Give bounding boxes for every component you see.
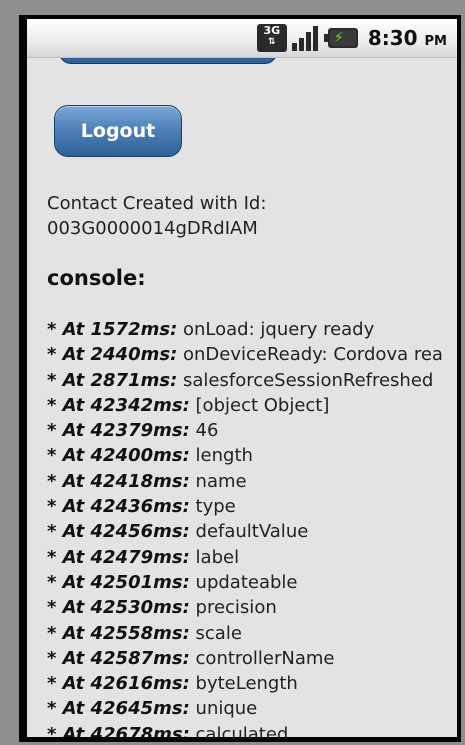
log-timestamp: * At 42558ms:	[47, 622, 190, 644]
console-heading: console:	[47, 266, 146, 290]
console-log-entry: * At 42616ms: byteLength	[47, 671, 457, 696]
status-icons: 3G ⇅ ⚡ 8:30 PM	[256, 24, 447, 52]
contact-id-value: 003G0000014gDRdIAM	[47, 218, 258, 239]
console-log-list: * At 1572ms: onLoad: jquery ready * At 24…	[47, 317, 457, 737]
battery-charging-icon: ⚡	[323, 28, 358, 48]
log-timestamp: * At 42456ms:	[47, 521, 190, 543]
status-bar: 3G ⇅ ⚡ 8:30 PM	[27, 19, 457, 58]
app-screen: 3G ⇅ ⚡ 8:30 PM Logout Contact Created wi…	[27, 19, 457, 737]
log-message: salesforceSessionRefreshed	[183, 369, 434, 391]
status-clock: 8:30 PM	[368, 26, 447, 50]
console-log-entry: * At 2440ms: onDeviceReady: Cordova rea	[47, 342, 457, 367]
contact-created-label: Contact Created with Id:	[47, 193, 267, 214]
log-timestamp: * At 42530ms:	[47, 597, 190, 619]
log-timestamp: * At 1572ms:	[47, 319, 178, 340]
console-log-entry: * At 42342ms: [object Object]	[47, 393, 457, 418]
console-log-entry: * At 42379ms: 46	[47, 418, 457, 443]
clock-ampm: PM	[424, 34, 447, 49]
console-log-entry: * At 42530ms: precision	[47, 595, 457, 620]
log-timestamp: * At 42678ms:	[47, 723, 190, 737]
log-message: name	[195, 470, 247, 492]
log-timestamp: * At 42616ms:	[47, 673, 190, 695]
console-log-entry: * At 42587ms: controllerName	[47, 646, 457, 671]
log-timestamp: * At 2440ms:	[47, 344, 178, 366]
log-timestamp: * At 42587ms:	[47, 647, 190, 669]
network-type-label: 3G	[263, 24, 281, 37]
log-message: unique	[195, 698, 258, 720]
log-timestamp: * At 42645ms:	[47, 698, 190, 720]
log-message: type	[195, 496, 236, 518]
console-log-entry: * At 42645ms: unique	[47, 696, 457, 721]
log-message: byteLength	[195, 673, 298, 695]
clock-time: 8:30	[367, 26, 418, 50]
log-message: 46	[195, 420, 219, 442]
logout-button[interactable]: Logout	[54, 105, 182, 157]
log-message: onDeviceReady: Cordova rea	[183, 344, 443, 366]
log-message: [object Object]	[195, 394, 330, 416]
3g-data-icon: 3G ⇅	[256, 24, 287, 52]
log-timestamp: * At 42479ms:	[47, 546, 190, 568]
log-message: calculated	[195, 723, 289, 737]
log-timestamp: * At 42436ms:	[47, 496, 190, 518]
console-log-entry: * At 1572ms: onLoad: jquery ready	[47, 317, 457, 342]
log-message: onLoad: jquery ready	[183, 319, 375, 340]
console-log-entry: * At 42456ms: defaultValue	[47, 519, 457, 544]
console-log-entry: * At 2871ms: salesforceSessionRefreshed	[47, 368, 457, 393]
log-timestamp: * At 42342ms:	[47, 394, 190, 416]
console-log-entry: * At 42400ms: length	[47, 443, 457, 468]
console-log-entry: * At 42558ms: scale	[47, 621, 457, 646]
log-timestamp: * At 42501ms:	[47, 571, 190, 593]
log-message: label	[195, 546, 240, 568]
signal-strength-icon	[291, 25, 320, 51]
console-log-entry: * At 42479ms: label	[47, 545, 457, 570]
log-message: length	[195, 445, 253, 467]
console-log-entry: * At 42418ms: name	[47, 469, 457, 494]
log-message: defaultValue	[195, 521, 309, 543]
console-log-entry: * At 42501ms: updateable	[47, 570, 457, 595]
log-message: controllerName	[195, 647, 335, 669]
console-log-entry: * At 42436ms: type	[47, 494, 457, 519]
log-timestamp: * At 42400ms:	[47, 445, 190, 467]
log-message: updateable	[195, 571, 298, 593]
log-timestamp: * At 2871ms:	[47, 369, 178, 391]
console-log-entry: * At 42678ms: calculated	[47, 722, 457, 737]
log-message: scale	[195, 622, 242, 644]
log-timestamp: * At 42379ms:	[47, 420, 190, 442]
log-message: precision	[195, 597, 277, 619]
contact-created-message: Contact Created with Id: 003G0000014gDRd…	[47, 191, 447, 241]
log-timestamp: * At 42418ms:	[47, 470, 190, 492]
